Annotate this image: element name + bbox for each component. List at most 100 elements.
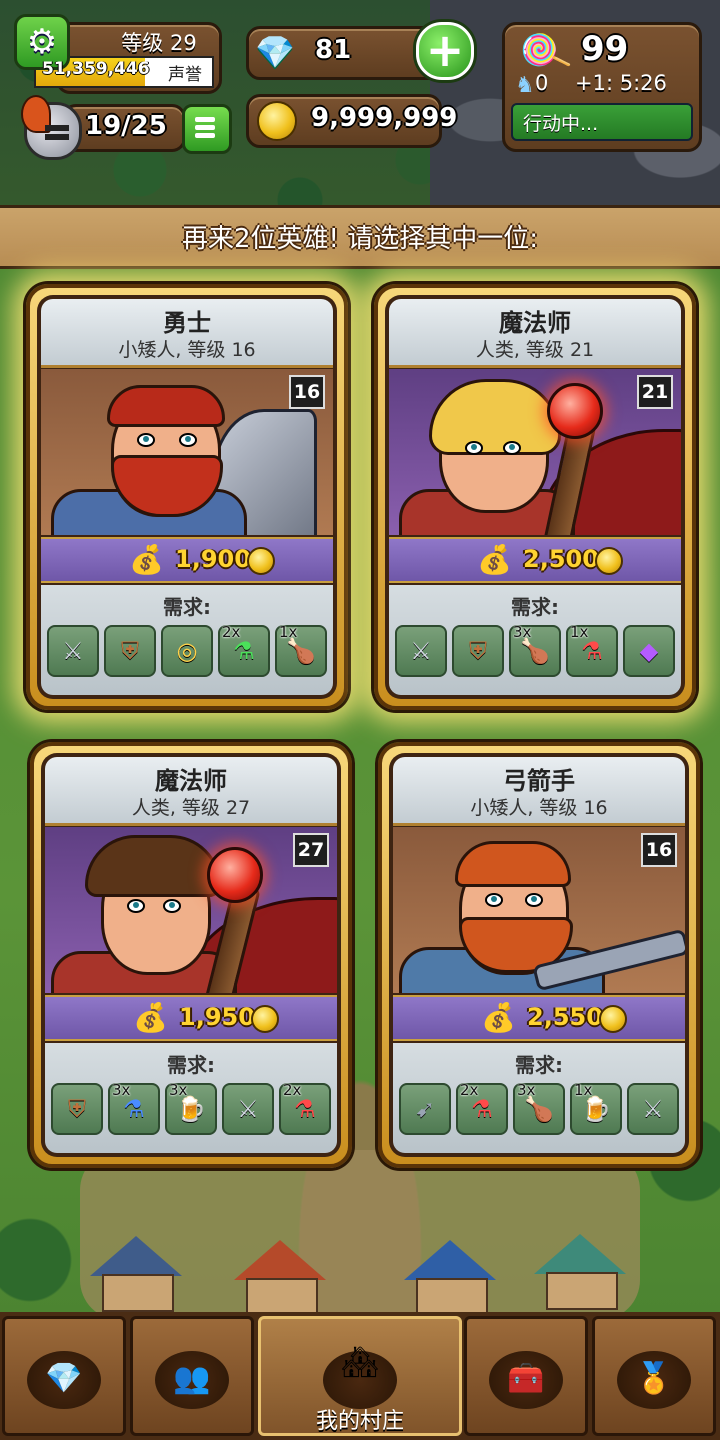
hire-cost: 2,550	[527, 1003, 603, 1031]
reputation-bar: 51,359,446 声誉	[34, 56, 214, 88]
candy-count: 99	[581, 29, 629, 69]
quantity-label: 1x	[570, 623, 589, 641]
hero-race-level: 小矮人, 等级 16	[470, 797, 608, 819]
hero-count: 19/25	[85, 111, 167, 141]
requirement-slot[interactable]: 🍗 1x	[275, 623, 327, 677]
bottom-navigation: 💎 👥 🏘 我的村庄 🧰 🏅	[0, 1312, 720, 1440]
banner-text: 再来2位英雄! 请选择其中一位:	[182, 224, 538, 254]
nav-medal-button[interactable]: 🏅	[592, 1316, 716, 1436]
ale-icon: 🍺	[581, 1095, 611, 1123]
requirements: 需求: ⛨ ⚗ 3x 🍺 3x ⚔ ⚗ 2x	[45, 1043, 337, 1153]
requirements: 需求: ⚔ ⛨ ◎ ⚗ 2x 🍗 1x	[41, 585, 333, 695]
ale-icon: 🍺	[176, 1095, 206, 1123]
reputation-value: 51,359,446	[42, 59, 150, 79]
red-potion-icon: ⚗	[294, 1095, 316, 1123]
hero-card-mage[interactable]: 魔法师 人类, 等级 21 21 💰 2,500 需求: ⚔ ⛨ 🍗 3x ⚗ 1x ◆	[374, 284, 696, 710]
requirement-slot[interactable]: ⚗ 2x	[456, 1081, 508, 1135]
hero-card-archer[interactable]: 弓箭手 小矮人, 等级 16 16 💰 2,550 需求: ➹ ⚗ 2x 🍗 3x 🍺 1x…	[378, 742, 700, 1168]
card-header: 勇士 小矮人, 等级 16	[41, 299, 333, 368]
quantity-label: 1x	[574, 1081, 593, 1099]
requirement-slot[interactable]: ⚔	[395, 625, 447, 677]
status-bar: 行动中...	[511, 103, 693, 141]
village-house[interactable]	[234, 1240, 326, 1316]
nav-gems-button[interactable]: 💎	[2, 1316, 126, 1436]
requirement-slot[interactable]: ⚔	[627, 1083, 679, 1135]
card-header: 弓箭手 小矮人, 等级 16	[393, 757, 685, 826]
requirement-slot[interactable]: ⛨	[452, 625, 504, 677]
hero-card-mage[interactable]: 魔法师 人类, 等级 27 27 💰 1,950 需求: ⛨ ⚗ 3x 🍺 3x ⚔ ⚗ 2x	[30, 742, 352, 1168]
unicorn-count: 0	[535, 71, 549, 95]
gold-coin-icon	[247, 547, 275, 575]
status-text: 行动中...	[523, 113, 599, 135]
requirements-label: 需求:	[511, 595, 559, 619]
armor-icon: ⛨	[68, 1095, 86, 1123]
menu-line	[195, 117, 215, 122]
hero-race-level: 人类, 等级 27	[131, 797, 251, 819]
level-label: 等级 29	[121, 31, 197, 55]
requirement-slot[interactable]: ⚗ 2x	[279, 1081, 331, 1135]
level-badge: 21	[637, 375, 673, 409]
quantity-label: 2x	[222, 623, 241, 641]
money-bag-icon: 💰	[133, 1001, 168, 1034]
gold-coin-icon	[257, 101, 297, 141]
requirement-slot[interactable]: ⚔	[222, 1083, 274, 1135]
armor-icon: ⛨	[121, 637, 139, 665]
hero-portrait: 27	[45, 827, 337, 993]
requirement-slot[interactable]: ⛨	[104, 625, 156, 677]
red-potion-icon: ⚗	[581, 637, 603, 665]
requirements-label: 需求:	[167, 1053, 215, 1077]
requirement-slot[interactable]: ⚗ 1x	[566, 623, 618, 677]
quantity-label: 3x	[513, 623, 532, 641]
requirement-slot[interactable]: ◆	[623, 625, 675, 677]
gold-coin-icon	[599, 1005, 627, 1033]
magic-orb-icon	[547, 383, 603, 439]
buy-gems-button[interactable]: +	[416, 22, 474, 80]
level-badge: 27	[293, 833, 329, 867]
requirement-slot[interactable]: ⛨	[51, 1083, 103, 1135]
requirement-slot[interactable]: 🍺 1x	[570, 1081, 622, 1135]
hero-portrait: 16	[41, 369, 333, 535]
level-badge: 16	[289, 375, 325, 409]
sword-icon: ⚔	[642, 1095, 664, 1123]
requirement-slots: ⚔ ⛨ ◎ ⚗ 2x 🍗 1x	[47, 623, 327, 677]
chest-icon: 🧰	[507, 1361, 545, 1396]
sword-icon: ⚔	[62, 637, 84, 665]
requirement-slot[interactable]: 🍗 3x	[509, 623, 561, 677]
requirements-label: 需求:	[515, 1053, 563, 1077]
requirement-slot[interactable]: 🍗 3x	[513, 1081, 565, 1135]
requirement-slot[interactable]: ⚗ 3x	[108, 1081, 160, 1135]
requirement-slot[interactable]: ⚗ 2x	[218, 623, 270, 677]
village-house[interactable]	[404, 1240, 496, 1316]
event-panel[interactable]: 🍭 99 ♞ 0 +1: 5:26 行动中...	[502, 22, 702, 152]
nav-chest-button[interactable]: 🧰	[464, 1316, 588, 1436]
nav-village-button[interactable]: 🏘 我的村庄	[258, 1316, 462, 1436]
cost-bar: 💰 2,500	[389, 537, 681, 583]
requirements: 需求: ➹ ⚗ 2x 🍗 3x 🍺 1x ⚔	[393, 1043, 685, 1153]
hero-list-button[interactable]	[182, 104, 232, 154]
gold-coin-icon	[595, 547, 623, 575]
quantity-label: 2x	[460, 1081, 479, 1099]
hero-card-warrior[interactable]: 勇士 小矮人, 等级 16 16 💰 1,900 需求: ⚔ ⛨ ◎ ⚗ 2x 🍗 1x	[26, 284, 348, 710]
gear-icon: ⚙	[26, 22, 58, 62]
requirements: 需求: ⚔ ⛨ 🍗 3x ⚗ 1x ◆	[389, 585, 681, 695]
requirement-slot[interactable]: ➹	[399, 1083, 451, 1135]
hire-cost: 2,500	[523, 545, 599, 573]
blue-potion-icon: ⚗	[123, 1095, 145, 1123]
hero-class: 魔法师	[499, 309, 571, 337]
meat-icon: 🍗	[524, 1095, 554, 1123]
red-potion-icon: ⚗	[471, 1095, 493, 1123]
temple-building[interactable]	[534, 1234, 626, 1310]
quantity-label: 1x	[279, 623, 298, 641]
prompt-banner: 再来2位英雄! 请选择其中一位:	[0, 205, 720, 269]
requirement-slot[interactable]: ◎	[161, 625, 213, 677]
requirement-slot[interactable]: 🍺 3x	[165, 1081, 217, 1135]
money-bag-icon: 💰	[129, 543, 164, 576]
reputation-label: 声誉	[168, 65, 202, 85]
village-house[interactable]	[90, 1236, 182, 1312]
ring-icon: ◎	[176, 637, 198, 665]
money-bag-icon: 💰	[481, 1001, 516, 1034]
menu-line	[195, 133, 215, 138]
event-timer: +1: 5:26	[575, 71, 667, 95]
nav-heroes-button[interactable]: 👥	[130, 1316, 254, 1436]
requirement-slot[interactable]: ⚔	[47, 625, 99, 677]
